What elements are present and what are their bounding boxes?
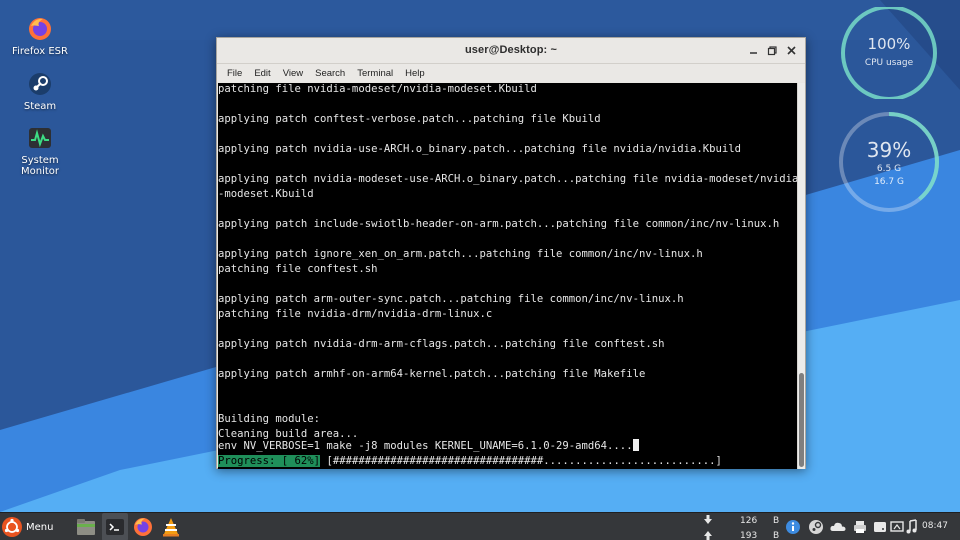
net-up-unit: B	[773, 531, 780, 540]
info-icon[interactable]	[785, 518, 801, 536]
menu-edit[interactable]: Edit	[248, 68, 276, 79]
vlc-icon	[163, 518, 179, 537]
firefox-icon	[29, 18, 51, 40]
menu-file[interactable]: File	[221, 68, 248, 79]
launcher-terminal[interactable]	[102, 513, 128, 540]
screen-icon[interactable]	[889, 518, 905, 536]
drive-icon[interactable]	[872, 518, 888, 536]
close-button[interactable]	[784, 43, 799, 58]
window-title: user@Desktop: ~	[464, 44, 557, 56]
terminal-line: Building module:	[218, 413, 321, 425]
start-menu-label: Menu	[26, 521, 54, 533]
start-menu-button[interactable]: Menu	[2, 513, 53, 540]
terminal-line: applying patch include-swiotlb-header-on…	[218, 218, 780, 230]
launcher-files[interactable]	[75, 513, 97, 540]
net-up-value: 193	[740, 531, 758, 540]
minimize-icon	[750, 52, 757, 54]
download-arrow-icon	[704, 515, 712, 524]
memory-usage-value: 39%	[866, 138, 912, 162]
terminal-scrollbar[interactable]	[797, 83, 805, 469]
net-down-value: 126	[740, 516, 758, 526]
terminal-line: -modeset.Kbuild	[218, 188, 314, 200]
scrollbar-thumb[interactable]	[799, 373, 804, 467]
progress-bar-text: [#################################......…	[320, 455, 722, 467]
folder-icon	[77, 519, 95, 535]
launcher-vlc[interactable]	[160, 513, 182, 540]
terminal-line: patching file nvidia-modeset/nvidia-mode…	[218, 83, 537, 95]
system-monitor-icon	[29, 128, 51, 148]
desktop-icon-system-monitor[interactable]: System Monitor	[5, 125, 75, 177]
terminal-line: patching file conftest.sh	[218, 263, 378, 275]
terminal-line: applying patch armhf-on-arm64-kernel.pat…	[218, 368, 646, 380]
terminal-icon	[106, 519, 124, 535]
steam-tray-icon[interactable]	[808, 518, 824, 536]
terminal-command-line: env NV_VERBOSE=1 make -j8 modules KERNEL…	[218, 439, 639, 454]
memory-usage-widget: 39% 6.5 G 16.7 G	[838, 112, 940, 212]
cpu-usage-label: CPU usage	[864, 58, 914, 68]
memory-total: 16.7 G	[874, 177, 904, 187]
network-monitor: 126 B 193 B	[700, 515, 780, 540]
close-icon	[787, 46, 796, 55]
net-down-unit: B	[773, 516, 780, 526]
clock[interactable]: 08:47	[922, 521, 948, 531]
memory-used: 6.5 G	[876, 164, 902, 174]
cloud-icon[interactable]	[829, 518, 847, 536]
memory-gauge-ring	[839, 112, 939, 212]
terminal-cursor	[632, 439, 639, 451]
music-icon[interactable]	[905, 518, 919, 536]
launcher-firefox[interactable]	[132, 513, 154, 540]
terminal-line: applying patch arm-outer-sync.patch...pa…	[218, 293, 684, 305]
terminal-line: applying patch nvidia-modeset-use-ARCH.o…	[218, 173, 797, 185]
terminal-line: applying patch ignore_xen_on_arm.patch..…	[218, 248, 703, 260]
printer-icon[interactable]	[852, 518, 868, 536]
menu-view[interactable]: View	[277, 68, 309, 79]
menu-search[interactable]: Search	[309, 68, 351, 79]
menu-help[interactable]: Help	[399, 68, 431, 79]
terminal-output[interactable]: patching file nvidia-modeset/nvidia-mode…	[218, 83, 797, 469]
maximize-button[interactable]	[765, 43, 780, 58]
terminal-line: applying patch conftest-verbose.patch...…	[218, 113, 601, 125]
window-titlebar[interactable]: user@Desktop: ~	[217, 38, 805, 64]
desktop-icon-steam[interactable]: Steam	[5, 71, 75, 112]
minimize-button[interactable]	[746, 43, 761, 58]
steam-icon	[29, 73, 51, 95]
cpu-gauge-ring	[841, 7, 937, 99]
desktop-icon-label: System Monitor	[20, 155, 59, 177]
terminal-progress-line: Progress: [ 62%] [######################…	[218, 454, 722, 469]
progress-label: Progress: [ 62%]	[218, 455, 321, 467]
cpu-usage-value: 100%	[867, 35, 911, 53]
cpu-usage-widget: 100% CPU usage	[838, 7, 940, 99]
terminal-menubar: File Edit View Search Terminal Help	[217, 64, 805, 82]
terminal-command-text: env NV_VERBOSE=1 make -j8 modules KERNEL…	[218, 440, 633, 452]
terminal-line: applying patch nvidia-use-ARCH.o_binary.…	[218, 143, 741, 155]
terminal-window[interactable]: user@Desktop: ~ File Edit View Search Te…	[216, 37, 806, 469]
desktop-icon-firefox[interactable]: Firefox ESR	[5, 16, 75, 57]
desktop-icon-label: Steam	[23, 101, 57, 112]
taskbar: Menu 126 B 193 B 08:47	[0, 512, 960, 540]
terminal-line: patching file nvidia-drm/nvidia-drm-linu…	[218, 308, 493, 320]
desktop-icon-label: Firefox ESR	[12, 46, 68, 57]
restore-icon	[767, 46, 777, 56]
firefox-icon	[134, 518, 152, 536]
terminal-line: applying patch nvidia-drm-arm-cflags.pat…	[218, 338, 665, 350]
upload-arrow-icon	[704, 531, 712, 540]
menu-terminal[interactable]: Terminal	[351, 68, 399, 79]
ubuntu-logo-icon	[2, 517, 22, 537]
